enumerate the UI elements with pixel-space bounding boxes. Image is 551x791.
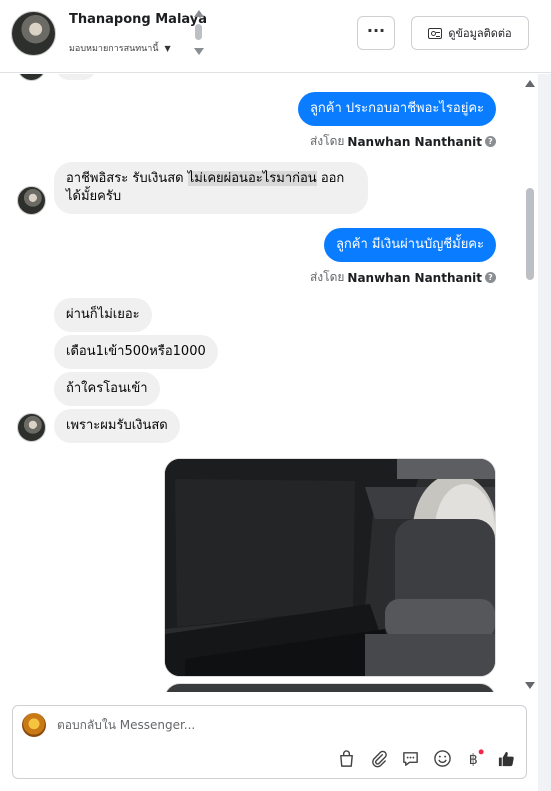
message-text: ผ่านก็ไม่เยอะ — [66, 307, 140, 322]
message-text: ลูกค้า ประกอบอาชีพอะไรอยู่คะ — [309, 101, 484, 116]
scroll-thumb[interactable] — [526, 188, 534, 280]
message-bubble-incoming[interactable]: เพราะผมรับเงินสด — [54, 409, 180, 443]
message-bubble-incoming[interactable]: ถ้าใครโอนเข้า — [54, 372, 160, 406]
right-rail — [538, 74, 551, 791]
contact-avatar[interactable] — [11, 11, 56, 56]
message-bubble-incoming[interactable]: เดือน1เข้า500หรือ1000 — [54, 335, 218, 369]
scroll-up-icon[interactable] — [194, 10, 204, 17]
reply-composer: ฿ — [12, 705, 527, 779]
message-bubble-outgoing[interactable]: ลูกค้า มีเงินผ่านบัญชีมั้ยคะ — [323, 228, 496, 262]
notification-dot — [478, 749, 484, 755]
svg-text:฿: ฿ — [469, 752, 478, 768]
scroll-up-icon[interactable] — [525, 80, 535, 87]
paperclip-icon[interactable] — [369, 749, 388, 768]
message-bubble-cut — [56, 74, 96, 80]
photo-attachment[interactable] — [164, 458, 496, 677]
view-contact-info-button[interactable]: ดูข้อมูลติดต่อ — [411, 16, 529, 50]
message-bubble-outgoing[interactable]: ลูกค้า ประกอบอาชีพอะไรอยู่คะ — [297, 92, 496, 126]
message-text: ลูกค้า มีเงินผ่านบัญชีมั้ยคะ — [335, 237, 484, 252]
message-bubble-incoming[interactable]: ผ่านก็ไม่เยอะ — [54, 298, 152, 332]
sent-by-prefix: ส่งโดย — [309, 270, 345, 284]
more-options-button[interactable]: ··· — [357, 16, 395, 50]
header-scroll-control[interactable] — [193, 10, 205, 60]
shop-bag-icon[interactable] — [337, 749, 356, 768]
message-thread[interactable]: ลูกค้า ประกอบอาชีพอะไรอยู่คะ ส่งโดย Nanw… — [0, 74, 538, 692]
contact-card-icon — [428, 27, 443, 39]
view-contact-info-label: ดูข้อมูลติดต่อ — [448, 27, 512, 40]
help-icon[interactable]: ? — [485, 272, 496, 283]
message-text: อาชีพอิสระ รับเงินสด — [66, 171, 188, 186]
sent-by-name[interactable]: Nanwhan Nanthanit — [347, 135, 482, 149]
page-avatar — [22, 713, 46, 737]
photo-attachment-partial[interactable] — [164, 683, 496, 692]
message-text: เพราะผมรับเงินสด — [66, 418, 168, 433]
message-bubble-incoming[interactable]: อาชีพอิสระ รับเงินสด ไม่เคยผ่อนอะไรมาก่อ… — [54, 162, 368, 214]
sent-by-line: ส่งโดย Nanwhan Nanthanit ? — [310, 268, 496, 287]
sent-by-name[interactable]: Nanwhan Nanthanit — [347, 271, 482, 285]
conversation-header: Thanapong Malaya มอบหมายการสนทนานี้ ▼ ··… — [0, 0, 551, 73]
help-icon[interactable]: ? — [485, 136, 496, 147]
emoji-icon[interactable] — [433, 749, 452, 768]
assign-label: มอบหมายการสนทนานี้ — [69, 44, 159, 54]
sent-by-prefix: ส่งโดย — [309, 134, 345, 148]
message-text: เดือน1เข้า500หรือ1000 — [66, 344, 206, 359]
baht-icon[interactable]: ฿ — [465, 749, 484, 768]
scroll-thumb[interactable] — [195, 24, 202, 40]
thread-scrollbar[interactable] — [524, 74, 536, 694]
scroll-down-icon[interactable] — [194, 48, 204, 55]
scroll-down-icon[interactable] — [525, 682, 535, 689]
like-icon[interactable] — [497, 749, 516, 768]
sent-by-line: ส่งโดย Nanwhan Nanthanit ? — [310, 132, 496, 151]
car-interior-photo — [165, 459, 495, 676]
contact-avatar-small — [17, 74, 46, 81]
caret-down-icon: ▼ — [164, 43, 171, 53]
assign-conversation-dropdown[interactable]: มอบหมายการสนทนานี้ ▼ — [69, 41, 171, 55]
contact-name[interactable]: Thanapong Malaya — [69, 12, 207, 27]
contact-avatar-small[interactable] — [17, 186, 46, 215]
message-text: ถ้าใครโอนเข้า — [66, 381, 148, 396]
message-text-highlight: ไม่เคยผ่อนอะไรมาก่อน — [187, 171, 317, 186]
contact-avatar-small[interactable] — [17, 413, 46, 442]
saved-reply-icon[interactable] — [401, 749, 420, 768]
reply-input[interactable] — [57, 716, 497, 734]
composer-toolbar: ฿ — [337, 749, 516, 768]
